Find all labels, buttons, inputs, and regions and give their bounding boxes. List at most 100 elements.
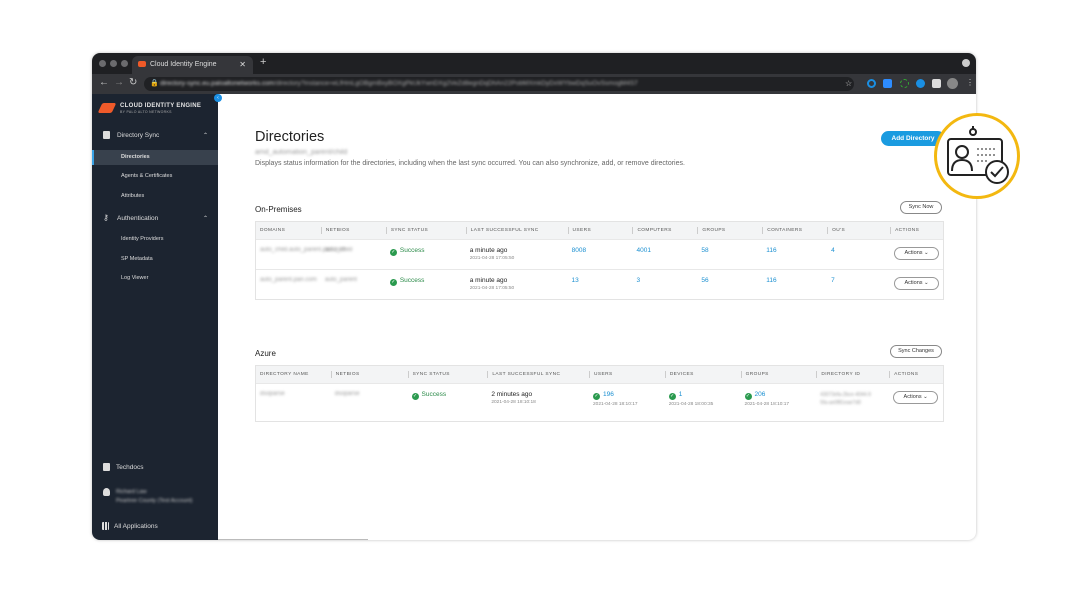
puzzle-icon[interactable] [932,79,941,88]
directory-id-cell: 43073efa-2bce-4044-95fa-ae0f81eae7d0 [820,392,871,406]
all-applications-button[interactable]: All Applications [92,522,218,530]
sidebar-item-identity-providers[interactable]: Identity Providers [92,232,218,247]
bookmark-star-icon[interactable]: ☆ [845,79,852,88]
table-row: auto_parent.pan.com auto_parent ✓ Success… [256,269,943,299]
url-host: directory-sync.eu.paloaltonetworks.com [160,80,275,87]
check-circle-icon: ✓ [668,393,676,400]
maximize-window-button[interactable] [121,60,128,67]
zoom-extension-icon[interactable] [883,79,892,88]
forward-icon[interactable]: → [114,77,124,88]
domain-cell: auto_child.auto_parent.pan.com [260,247,346,253]
back-icon[interactable]: ← [99,77,109,88]
groups-link[interactable]: 58 [697,247,762,269]
table-row: auto_child.auto_parent.pan.com auto_chil… [256,239,943,269]
avatar[interactable] [947,78,958,89]
profile-icon[interactable] [962,59,970,67]
sidebar-item-sp-metadata[interactable]: SP Metadata [92,252,218,267]
sidebar-item-log-viewer[interactable]: Log Viewer [92,271,218,286]
favicon-icon [138,61,146,67]
column-header[interactable]: SYNC STATUS [407,371,488,378]
column-header[interactable]: COMPUTERS [632,227,697,234]
collapse-sidebar-button[interactable]: ‹ [214,94,222,102]
check-circle-icon: ✓ [593,393,600,400]
computers-link[interactable]: 4001 [632,247,697,269]
logo: CLOUD IDENTITY ENGINE BY PALO ALTO NETWOR… [97,103,201,114]
last-sync-cell: a minute ago 2021-04-28 17:05:50 [469,247,515,261]
containers-link[interactable]: 116 [762,277,827,299]
sidebar-item-techdocs[interactable]: Techdocs [92,463,218,471]
column-header[interactable]: USERS [589,371,665,378]
minimize-window-button[interactable] [110,60,117,67]
users-cell[interactable]: ✓ 196 2021-04-28 18:10:17 [589,391,665,421]
user-account[interactable]: Richard Law Peartree County (Test Account… [92,488,218,504]
column-header[interactable]: DIRECTORY ID [816,371,889,378]
users-link[interactable]: 8008 [568,247,633,269]
url-path: /directory?instance=eLfHmLgOBgmBxyBOXgPk… [274,80,638,87]
extension-icon[interactable] [900,79,909,88]
column-header[interactable]: NETBIOS [330,371,408,378]
column-header[interactable]: SYNC STATUS [385,227,466,234]
chevron-down-icon: ⌄ [924,250,929,256]
check-circle-icon: ✓ [744,393,752,400]
azure-table: DIRECTORY NAME NETBIOS SYNC STATUS LAST SUC… [255,365,944,422]
browser-tab[interactable]: Cloud Identity Engine ✕ [132,56,253,74]
main-content: Directories amd_automation_parent/child … [218,94,976,540]
tab-bar: Cloud Identity Engine ✕ + [92,53,976,74]
devices-cell[interactable]: ✓ 1 2021-04-28 18:00:35 [665,391,741,421]
close-window-button[interactable] [99,60,106,67]
computers-link[interactable]: 3 [632,277,697,299]
column-header[interactable]: ACTIONS [890,227,943,234]
chevron-up-icon: ⌃ [202,216,208,222]
column-header[interactable]: DOMAINS [256,227,321,234]
reload-icon[interactable]: ↻ [129,77,137,88]
sidebar-section-directory-sync[interactable]: Directory Sync ⌃ [92,131,218,139]
last-sync-cell: a minute ago 2021-04-28 17:05:50 [469,277,515,291]
sidebar-section-authentication[interactable]: ⚷ Authentication ⌃ [92,213,218,222]
actions-dropdown[interactable]: Actions ⌄ [894,277,940,290]
on-premises-table: DOMAINS NETBIOS SYNC STATUS LAST SUCCESSFUL… [255,221,944,300]
column-header[interactable]: LAST SUCCESSFUL SYNC [465,227,568,234]
url-input[interactable]: 🔒 directory-sync.eu.paloaltonetworks.com/… [144,77,854,91]
groups-cell[interactable]: ✓ 206 2021-04-28 18:10:17 [741,391,817,421]
sidebar-item-agents-certificates[interactable]: Agents & Certificates [92,169,218,184]
column-header[interactable]: USERS [567,227,633,234]
column-header[interactable]: ACTIONS [889,371,943,378]
actions-dropdown[interactable]: Actions ⌄ [894,247,940,260]
check-circle-icon: ✓ [389,279,397,286]
extension-icon[interactable] [916,79,925,88]
sync-now-button[interactable]: Sync Now [900,201,942,214]
page-description: Displays status information for the dire… [255,160,685,167]
extension-icon[interactable] [867,79,876,88]
horizontal-scrollbar[interactable] [218,539,368,540]
document-icon [103,463,110,471]
tab-title: Cloud Identity Engine [150,61,217,68]
sidebar-item-directories[interactable]: Directories [92,150,218,165]
directory-name-cell: dsoparse [260,391,285,397]
new-tab-button[interactable]: + [260,56,266,68]
column-header[interactable]: NETBIOS [320,227,386,234]
users-link[interactable]: 13 [568,277,633,299]
sync-changes-button[interactable]: Sync Changes [890,345,942,358]
column-header[interactable]: GROUPS [697,227,762,234]
chevron-down-icon: ⌄ [923,394,928,400]
column-header[interactable]: LAST SUCCESSFUL SYNC [487,371,589,378]
column-header[interactable]: CONTAINERS [762,227,827,234]
column-header[interactable]: DIRECTORY NAME [256,371,331,378]
ous-link[interactable]: 4 [827,247,890,269]
containers-link[interactable]: 116 [762,247,827,269]
groups-link[interactable]: 56 [697,277,762,299]
sync-status: ✓ Success [389,277,425,286]
close-tab-icon[interactable]: ✕ [239,60,246,69]
lock-icon: 🔒 [150,80,159,87]
column-header[interactable]: OU'S [827,227,890,234]
menu-icon[interactable]: ⋮ [966,78,974,87]
book-icon [103,131,110,139]
ous-link[interactable]: 7 [827,277,890,299]
column-header[interactable]: DEVICES [664,371,741,378]
column-header[interactable]: GROUPS [740,371,817,378]
section-title-azure: Azure [255,349,276,358]
last-sync-cell: 2 minutes ago 2021-04-28 18:10:18 [491,391,536,405]
sidebar-item-attributes[interactable]: Attributes [92,189,218,204]
actions-dropdown[interactable]: Actions ⌄ [893,391,939,404]
section-label: Authentication [117,215,159,222]
